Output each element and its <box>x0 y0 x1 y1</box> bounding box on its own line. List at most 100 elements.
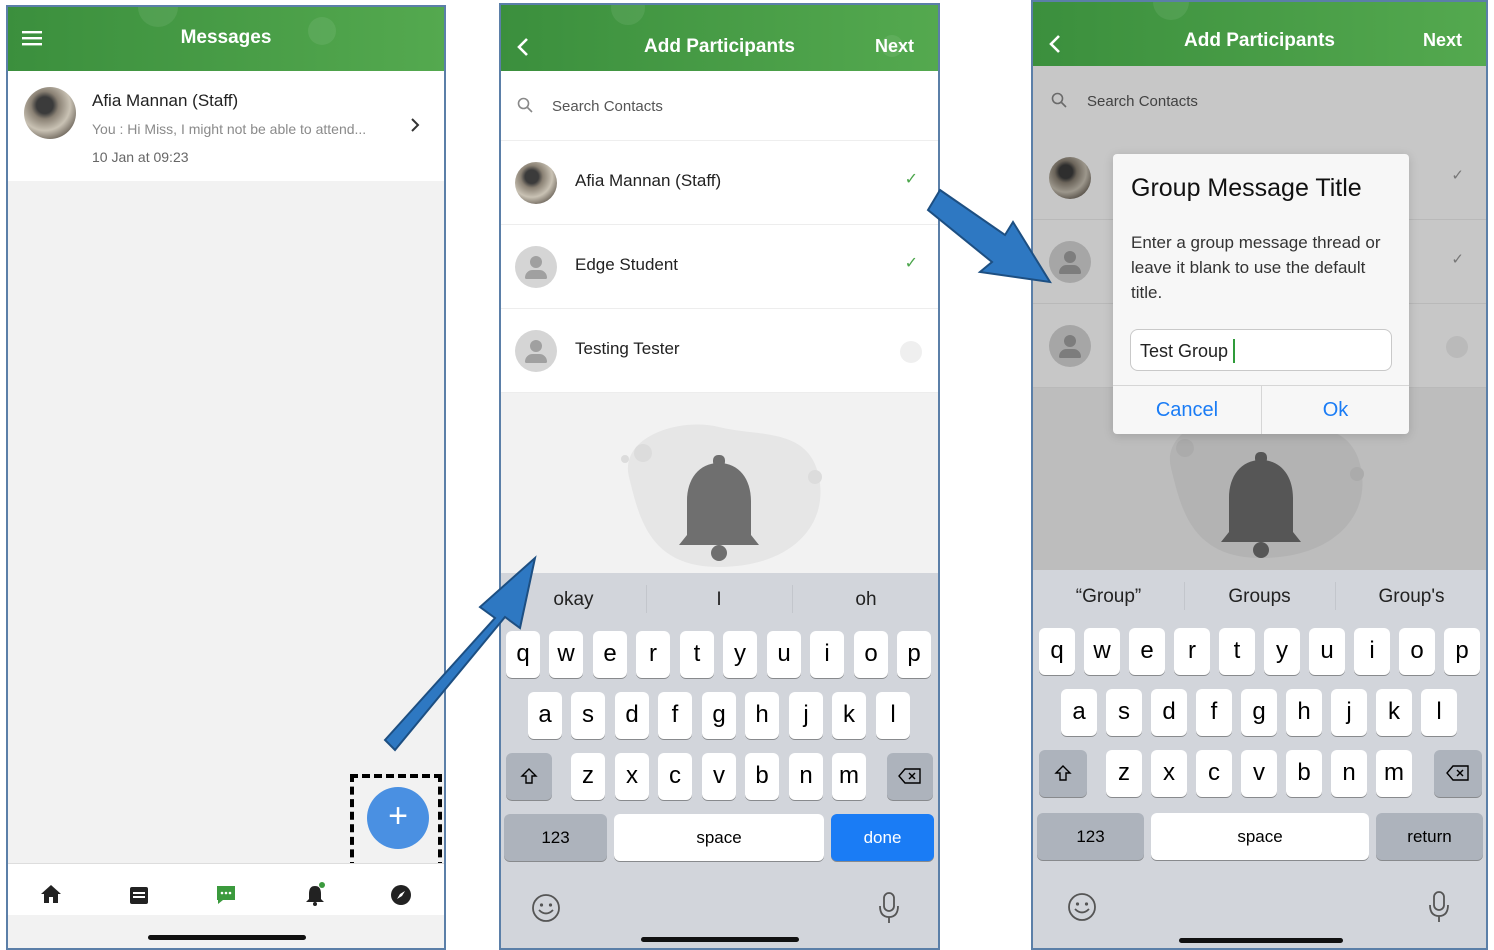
home-icon[interactable] <box>40 884 62 909</box>
key[interactable]: p <box>897 631 931 678</box>
key[interactable]: z <box>1106 750 1142 797</box>
keyboard: “Group” Groups Group's q w e r t y u i o… <box>1033 570 1486 948</box>
key[interactable]: f <box>1196 689 1232 736</box>
suggestion[interactable]: Groups <box>1184 586 1335 608</box>
compass-icon[interactable] <box>390 884 412 911</box>
key[interactable]: m <box>832 753 866 800</box>
microphone-icon[interactable] <box>877 891 901 930</box>
key[interactable]: v <box>1241 750 1277 797</box>
delete-key[interactable] <box>887 753 933 800</box>
key[interactable]: a <box>1061 689 1097 736</box>
microphone-icon[interactable] <box>1427 890 1451 929</box>
numbers-key[interactable]: 123 <box>1037 813 1144 860</box>
key[interactable]: t <box>680 631 714 678</box>
key[interactable]: m <box>1376 750 1412 797</box>
delete-key[interactable] <box>1434 750 1482 797</box>
avatar <box>515 330 557 372</box>
backspace-icon <box>1446 765 1469 781</box>
key[interactable]: z <box>571 753 605 800</box>
next-button[interactable]: Next <box>1423 30 1462 51</box>
group-title-input[interactable]: Test Group <box>1130 329 1392 371</box>
search-icon <box>517 97 533 118</box>
key[interactable]: w <box>1084 628 1120 675</box>
page-title: Add Participants <box>644 36 795 57</box>
key[interactable]: p <box>1444 628 1480 675</box>
emoji-icon[interactable] <box>1067 892 1097 927</box>
key[interactable]: b <box>745 753 779 800</box>
key[interactable]: q <box>1039 628 1075 675</box>
bell-icon[interactable] <box>304 882 326 911</box>
key[interactable]: q <box>506 631 540 678</box>
cancel-button[interactable]: Cancel <box>1113 386 1261 434</box>
done-key[interactable]: done <box>831 814 934 861</box>
key[interactable]: g <box>1241 689 1277 736</box>
key[interactable]: x <box>1151 750 1187 797</box>
page-title: Add Participants <box>1184 30 1335 51</box>
new-message-button[interactable]: + <box>367 787 429 849</box>
home-indicator <box>148 935 306 940</box>
contact-row[interactable]: Testing Tester <box>501 309 938 393</box>
key[interactable]: i <box>1354 628 1390 675</box>
key[interactable]: h <box>1286 689 1322 736</box>
key[interactable]: d <box>615 692 649 739</box>
suggestion[interactable]: Group's <box>1335 586 1486 608</box>
key[interactable]: o <box>1399 628 1435 675</box>
key[interactable]: j <box>1331 689 1367 736</box>
suggestion[interactable]: okay <box>501 589 646 611</box>
key[interactable]: s <box>571 692 605 739</box>
key[interactable]: n <box>1331 750 1367 797</box>
ok-button[interactable]: Ok <box>1262 386 1409 434</box>
key[interactable]: i <box>810 631 844 678</box>
numbers-key[interactable]: 123 <box>504 814 607 861</box>
key[interactable]: e <box>1129 628 1165 675</box>
key[interactable]: y <box>1264 628 1300 675</box>
key[interactable]: d <box>1151 689 1187 736</box>
key[interactable]: o <box>854 631 888 678</box>
contact-row[interactable]: Afia Mannan (Staff) ✓ <box>501 141 938 225</box>
key[interactable]: x <box>615 753 649 800</box>
key[interactable]: a <box>528 692 562 739</box>
suggestion[interactable]: oh <box>792 589 938 611</box>
calendar-icon[interactable] <box>129 885 149 910</box>
message-list-item[interactable]: Afia Mannan (Staff) You : Hi Miss, I mig… <box>8 71 444 181</box>
empty-state-illustration <box>609 417 829 577</box>
key[interactable]: c <box>658 753 692 800</box>
space-key[interactable]: space <box>1151 813 1369 860</box>
key[interactable]: u <box>767 631 801 678</box>
unselected-circle[interactable] <box>900 341 922 363</box>
key[interactable]: u <box>1309 628 1345 675</box>
key[interactable]: r <box>1174 628 1210 675</box>
key[interactable]: c <box>1196 750 1232 797</box>
key[interactable]: y <box>723 631 757 678</box>
key[interactable]: e <box>593 631 627 678</box>
key[interactable]: r <box>636 631 670 678</box>
key[interactable]: f <box>658 692 692 739</box>
key[interactable]: g <box>702 692 736 739</box>
contact-name: Afia Mannan (Staff) <box>575 171 722 190</box>
key[interactable]: k <box>832 692 866 739</box>
key[interactable]: j <box>789 692 823 739</box>
messages-icon[interactable] <box>215 884 237 911</box>
key[interactable]: w <box>549 631 583 678</box>
next-button[interactable]: Next <box>875 36 914 57</box>
contact-row[interactable]: Edge Student ✓ <box>501 225 938 309</box>
search-input[interactable]: Search Contacts <box>552 98 663 115</box>
message-time: 10 Jan at 09:23 <box>92 149 189 165</box>
key[interactable]: v <box>702 753 736 800</box>
shift-key[interactable] <box>1039 750 1087 797</box>
key[interactable]: n <box>789 753 823 800</box>
emoji-icon[interactable] <box>531 893 561 928</box>
key[interactable]: l <box>1421 689 1457 736</box>
suggestion[interactable]: I <box>646 589 792 611</box>
key[interactable]: l <box>876 692 910 739</box>
key[interactable]: h <box>745 692 779 739</box>
suggestion[interactable]: “Group” <box>1033 586 1184 608</box>
search-bar[interactable]: Search Contacts <box>501 71 938 141</box>
space-key[interactable]: space <box>614 814 824 861</box>
return-key[interactable]: return <box>1376 813 1483 860</box>
key[interactable]: t <box>1219 628 1255 675</box>
key[interactable]: b <box>1286 750 1322 797</box>
shift-key[interactable] <box>506 753 552 800</box>
key[interactable]: s <box>1106 689 1142 736</box>
key[interactable]: k <box>1376 689 1412 736</box>
